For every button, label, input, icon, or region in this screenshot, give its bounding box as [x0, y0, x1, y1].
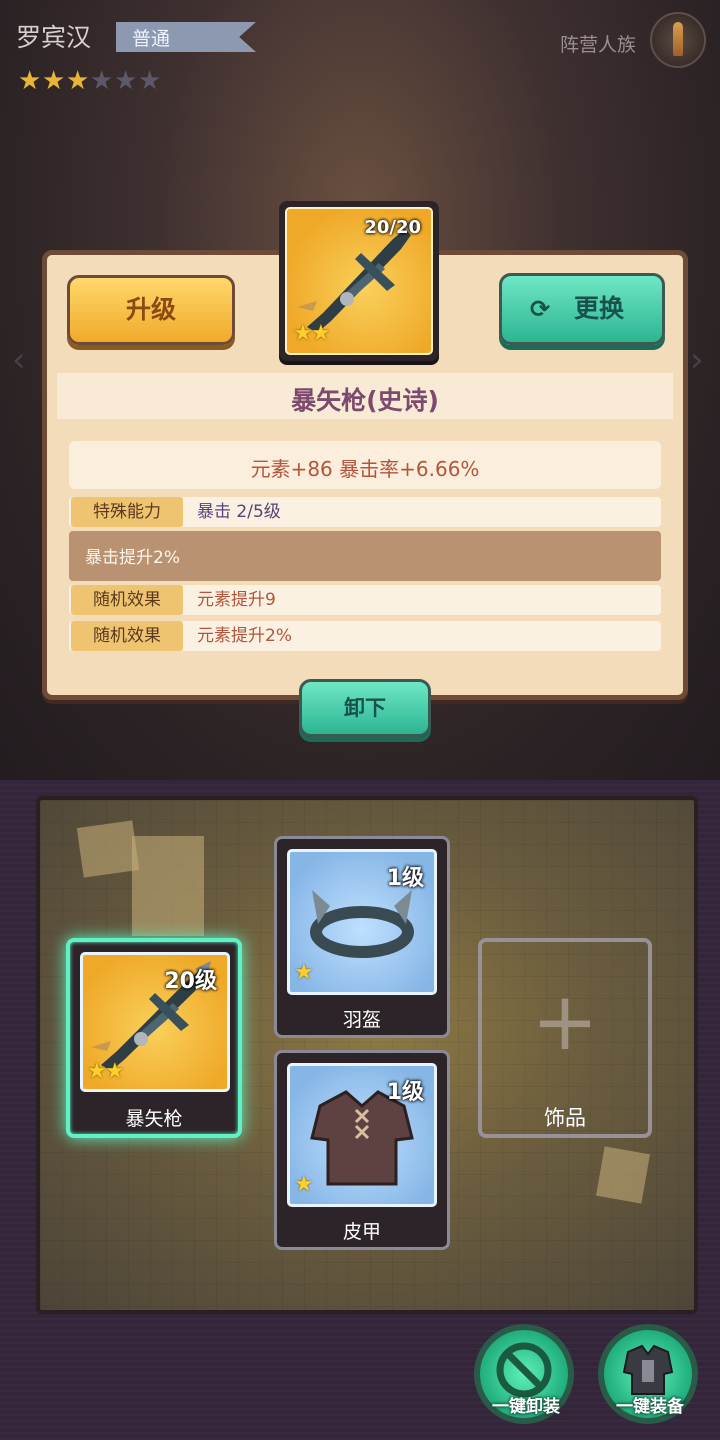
armor-slot[interactable]: 1级 ★ 皮甲 [274, 1050, 450, 1250]
special-ability-value: 暴击 2/5级 [197, 502, 281, 522]
helmet-name: 羽盔 [342, 1009, 381, 1031]
faction-label: 阵营人族 [560, 34, 637, 56]
random-effect-value: 元素提升9 [197, 590, 276, 610]
faction-bullet-icon[interactable] [650, 12, 706, 68]
weapon-level: 20级 [164, 969, 217, 994]
weapon-name: 暴矢枪 [125, 1108, 183, 1130]
plus-icon: + [531, 975, 599, 1068]
hero-name: 罗宾汉 [16, 23, 92, 52]
bullet-icon [673, 22, 683, 56]
random-effect-label: 随机效果 [71, 621, 183, 651]
equipment-detail-panel: 升级 ⟳ 更换 20/20 ★ ★ 暴矢枪(史诗) 元素+86 暴击率+6.66%… [42, 201, 688, 737]
prev-arrow-icon[interactable]: ‹ [12, 340, 26, 380]
unequip-all-button[interactable]: 一键卸装 [474, 1324, 574, 1424]
filled-star-icon: ★ [42, 66, 66, 96]
weapon-slot-card: 20级 ★ ★ [80, 952, 230, 1092]
random-effect-label: 随机效果 [71, 585, 183, 615]
replace-button-label: 更换 [574, 294, 625, 323]
armor-level: 1级 [386, 1080, 424, 1105]
empty-star-icon: ★ [90, 66, 114, 96]
star-icon: ★ [293, 321, 313, 346]
helmet-slot[interactable]: 1级 ★ 羽盔 [274, 836, 450, 1038]
filled-star-icon: ★ [66, 66, 90, 96]
selected-item-card[interactable]: 20/20 ★ ★ [279, 201, 439, 361]
empty-star-icon: ★ [114, 66, 138, 96]
item-stats: 元素+86 暴击率+6.66% [250, 457, 480, 481]
random-effect-value: 元素提升2% [197, 626, 292, 646]
helmet-slot-card: 1级 ★ [287, 849, 437, 995]
rarity-label: 普通 [132, 28, 171, 50]
unequip-button[interactable]: 卸下 [299, 679, 431, 737]
upgrade-button[interactable]: 升级 [67, 275, 235, 345]
item-count: 20/20 [364, 217, 421, 238]
special-ability-label: 特殊能力 [71, 497, 183, 527]
paper-note-decor [76, 820, 140, 878]
unequip-all-label: 一键卸装 [492, 1397, 560, 1417]
item-name: 暴矢枪(史诗) [291, 386, 439, 415]
star-icon: ★ [294, 960, 314, 985]
item-card-background: 20/20 ★ ★ [285, 207, 433, 355]
armor-slot-card: 1级 ★ [287, 1063, 437, 1207]
equip-all-button[interactable]: 一键装备 [598, 1324, 698, 1424]
accessory-slot[interactable]: + 饰品 [478, 938, 652, 1138]
helmet-level: 1级 [386, 866, 424, 891]
paper-note-decor [132, 836, 204, 936]
star-icon: ★ [311, 321, 331, 346]
star-icon: ★ [105, 1059, 125, 1084]
equip-all-label: 一键装备 [616, 1397, 684, 1417]
empty-star-icon: ★ [138, 66, 162, 96]
armor-name: 皮甲 [342, 1221, 381, 1243]
replace-button[interactable]: ⟳ 更换 [499, 273, 665, 345]
next-arrow-icon[interactable]: › [690, 340, 704, 380]
star-icon: ★ [294, 1172, 314, 1197]
star-icon: ★ [87, 1059, 107, 1084]
accessory-label: 饰品 [544, 1106, 586, 1130]
paper-note-decor [596, 1146, 650, 1204]
filled-star-icon: ★ [18, 66, 42, 96]
special-description: 暴击提升2% [85, 548, 180, 568]
weapon-slot[interactable]: 20级 ★ ★ 暴矢枪 [66, 938, 242, 1138]
refresh-icon: ⟳ [530, 295, 551, 323]
